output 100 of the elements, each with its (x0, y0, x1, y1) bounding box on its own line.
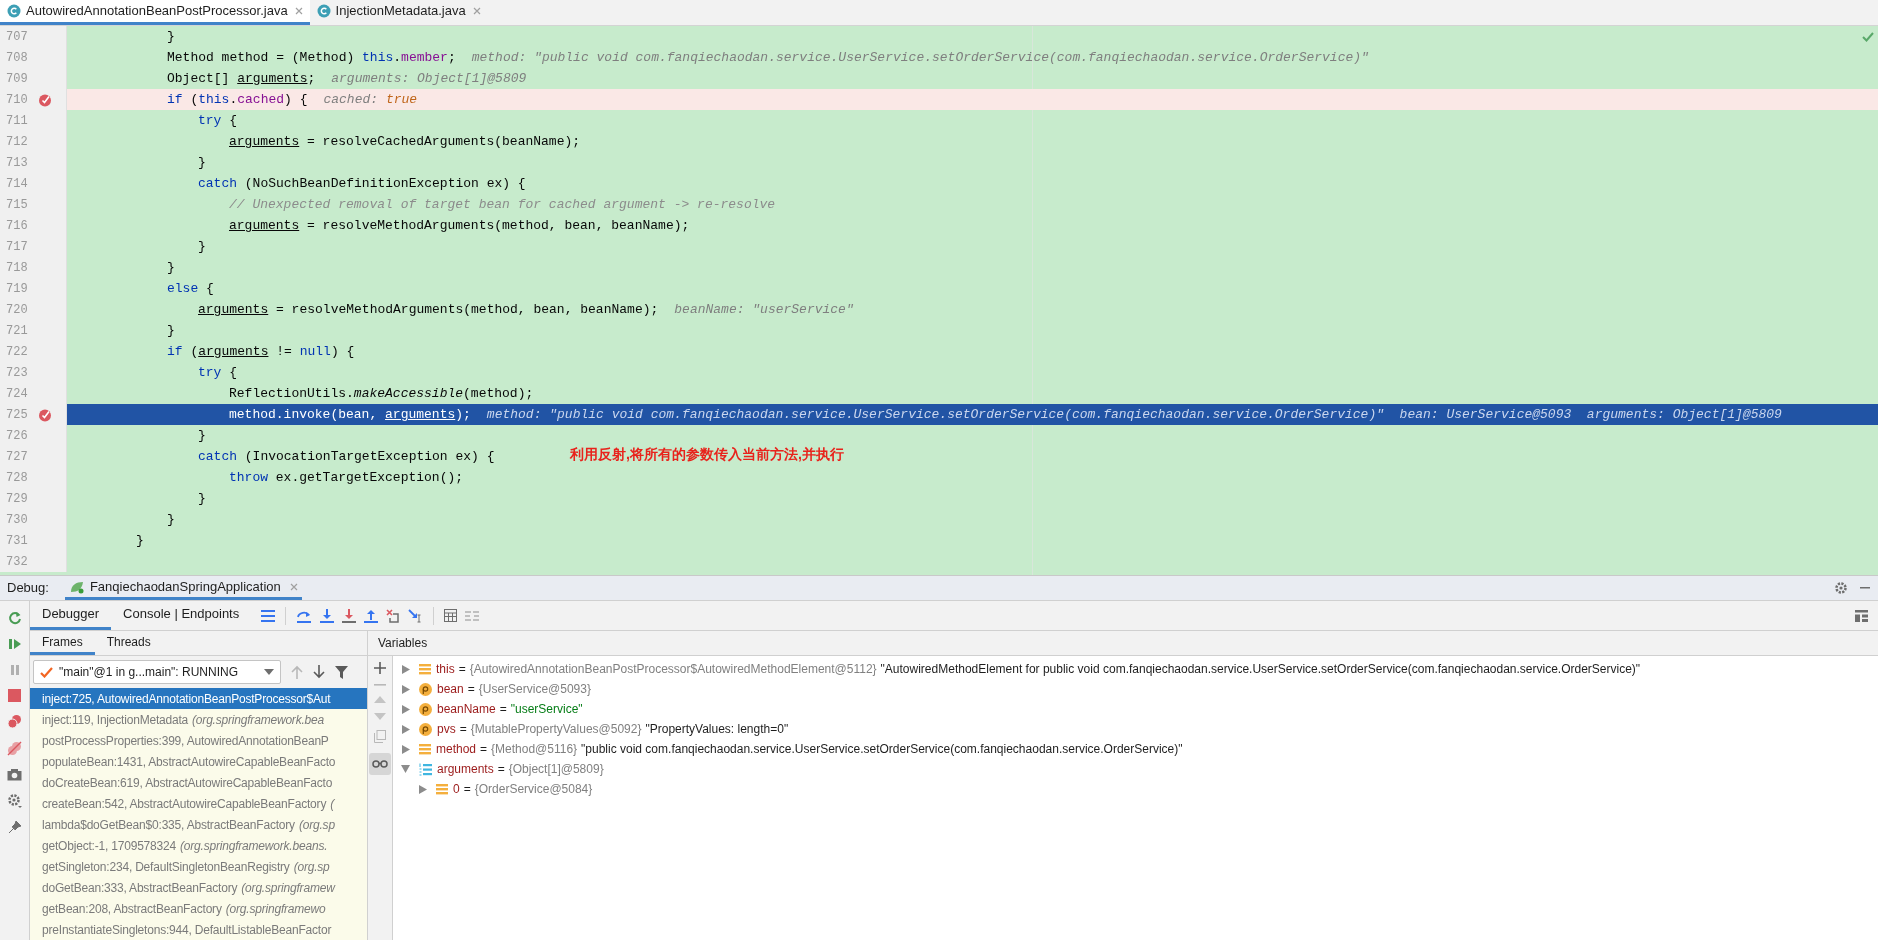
variable-entry[interactable]: 0 = {OrderService@5084} (453, 780, 593, 798)
variable-entry[interactable]: method = {Method@5116} "public void com.fanqiechaodan.service.UserService.setOrderService(com.fanqiechaodan.service.OrderService)" (436, 740, 1183, 758)
minimize-icon[interactable] (1860, 587, 1870, 589)
code-line: throw ex.getTargetException(); (229, 468, 464, 487)
inline-value-hint: arguments: Object[1]@5809 (331, 69, 527, 88)
code-line: ReflectionUtils.makeAccessible(method); (229, 384, 534, 403)
check-icon (1862, 32, 1874, 42)
inline-value-hint: method: "public void com.fanqiechaodan.service.UserService.setOrderService(com.fanqiechaodan.service.OrderService)" bean: UserService@5093 arguments: Object[1]@5809 (486, 405, 1782, 424)
editor-tab[interactable]: AutowiredAnnotationBeanPostProcessor.java (0, 0, 310, 25)
variable-entry[interactable]: this = {AutowiredAnnotationBeanPostProcessor$AutowiredMethodElement@5112} "AutowiredMethodElement for public void com.fanqiechaodan.service.UserService.setOrderService(com.fanqiechaodan.service.OrderService)" (436, 660, 1641, 678)
annotation-text: 利用反射,将所有的参数传入当前方法,并执行 (570, 445, 844, 464)
code-line: } (167, 27, 175, 46)
add-icon[interactable] (374, 662, 386, 674)
code-line: arguments = resolveMethodArguments(method, bean, beanName); (198, 300, 659, 319)
resume-icon[interactable] (7, 637, 22, 651)
line-number: 731 (5, 532, 29, 550)
code-line: catch (InvocationTargetException ex) { (198, 447, 495, 466)
breakpoints-icon[interactable] (7, 714, 22, 729)
code-line: if (arguments != null) { (167, 342, 355, 361)
thread-dropdown[interactable]: "main"@1 in g...main": RUNNING (33, 660, 281, 684)
line-number: 708 (5, 49, 29, 67)
close-icon[interactable] (289, 582, 298, 591)
inline-value-hint: method: "public void com.fanqiechaodan.service.UserService.setOrderService(com.fanqiechaodan.service.OrderService)" (471, 48, 1369, 67)
expand-arrow-icon[interactable] (401, 684, 410, 694)
step-into-icon[interactable] (320, 608, 335, 623)
debugger-tab[interactable]: Console | Endpoints (111, 601, 252, 630)
stack-frame[interactable]: doCreateBean:619, AbstractAutowireCapableBeanFacto (30, 772, 367, 793)
code-line: } (198, 426, 206, 445)
variable-entry[interactable]: beanName = "userService" (437, 700, 583, 718)
code-line: } (136, 531, 144, 550)
settings-icon[interactable] (7, 793, 22, 808)
stack-frame[interactable]: populateBean:1431, AbstractAutowireCapableBeanFacto (30, 751, 367, 772)
code-line: catch (NoSuchBeanDefinitionException ex) { (198, 174, 526, 193)
layout-icon[interactable] (1855, 609, 1868, 622)
variable-entry[interactable]: bean = {UserService@5093} (437, 680, 591, 698)
class-file-icon (7, 4, 21, 18)
frames-tab[interactable]: Threads (94, 631, 163, 655)
code-line: } (198, 489, 206, 508)
line-number: 707 (5, 28, 29, 46)
filter-icon[interactable] (335, 665, 348, 679)
line-number: 723 (5, 364, 29, 382)
stack-frame[interactable]: getObject:-1, 1709578324 (org.springframework.beans. (30, 835, 367, 856)
close-icon[interactable] (294, 7, 303, 15)
down-arrow-icon[interactable] (313, 665, 325, 679)
expand-arrow-icon[interactable] (401, 724, 410, 734)
stack-frame[interactable]: lambda$doGetBean$0:335, AbstractBeanFactory (org.sp (30, 814, 367, 835)
rerun-icon[interactable] (7, 611, 22, 625)
caret-icon (264, 669, 274, 675)
up-arrow-icon[interactable] (291, 665, 303, 679)
line-number: 718 (5, 259, 29, 277)
drop-frame-icon[interactable] (386, 608, 401, 623)
stack-frame[interactable]: createBean:542, AbstractAutowireCapableBeanFactory ( (30, 793, 367, 814)
variable-entry[interactable]: arguments = {Object[1]@5809} (437, 760, 604, 778)
camera-icon[interactable] (7, 768, 22, 781)
field-icon (436, 783, 448, 795)
line-number: 713 (5, 154, 29, 172)
force-step-into-icon[interactable] (342, 608, 357, 623)
line-number: 732 (5, 553, 29, 571)
code-line: arguments = resolveMethodArguments(method, bean, beanName); (229, 216, 690, 235)
code-line: method.invoke(bean, arguments); (229, 405, 471, 424)
stack-frame[interactable]: getSingleton:234, DefaultSingletonBeanRegistry (org.sp (30, 856, 367, 877)
mute-breakpoints-icon[interactable] (7, 741, 22, 756)
code-line: // Unexpected removal of target bean for cached argument -> re-resolve (229, 195, 776, 214)
line-number: 725 (5, 406, 29, 424)
glasses-icon[interactable] (369, 753, 391, 775)
code-line: } (167, 321, 175, 340)
stack-frame[interactable]: postProcessProperties:399, AutowiredAnnotationBeanP (30, 730, 367, 751)
leaf-icon (68, 579, 85, 594)
expand-arrow-icon[interactable] (401, 744, 410, 754)
expand-arrow-icon[interactable] (401, 704, 410, 714)
stack-frame[interactable]: preInstantiateSingletons:944, DefaultListableBeanFactor (30, 919, 367, 940)
copy-icon[interactable] (374, 730, 386, 743)
code-line: try { (198, 363, 237, 382)
inline-value-hint: cached: true (323, 90, 418, 109)
line-number: 719 (5, 280, 29, 298)
code-line: Object[] arguments; (167, 69, 316, 88)
settings-icon[interactable] (1834, 581, 1848, 595)
pin-icon[interactable] (7, 820, 22, 834)
step-out-icon[interactable] (364, 608, 379, 623)
stack-frame[interactable]: inject:725, AutowiredAnnotationBeanPostProcessor$Aut (30, 688, 367, 709)
line-number: 720 (5, 301, 29, 319)
stack-frame[interactable]: getBean:208, AbstractBeanFactory (org.springframewo (30, 898, 367, 919)
line-number: 715 (5, 196, 29, 214)
close-icon[interactable] (472, 7, 481, 15)
variables-title: Variables (378, 635, 428, 652)
stack-frame[interactable]: doGetBean:333, AbstractBeanFactory (org.springframew (30, 877, 367, 898)
breakpoint-icon[interactable] (38, 407, 52, 422)
expand-arrow-icon[interactable] (401, 664, 410, 674)
line-number: 710 (5, 91, 29, 109)
breakpoint-icon[interactable] (38, 92, 52, 107)
list-icon[interactable] (261, 609, 276, 622)
run-to-cursor-icon[interactable] (408, 608, 424, 623)
stack-frame[interactable]: inject:119, InjectionMetadata (org.springframework.bea (30, 709, 367, 730)
variable-entry[interactable]: pvs = {MutablePropertyValues@5092} "PropertyValues: length=0" (437, 720, 789, 738)
line-number: 724 (5, 385, 29, 403)
code-line: } (198, 153, 206, 172)
line-number: 727 (5, 448, 29, 466)
expand-arrow-icon[interactable] (418, 784, 427, 794)
collapse-arrow-icon[interactable] (401, 764, 410, 774)
calculator-icon[interactable] (444, 609, 458, 622)
